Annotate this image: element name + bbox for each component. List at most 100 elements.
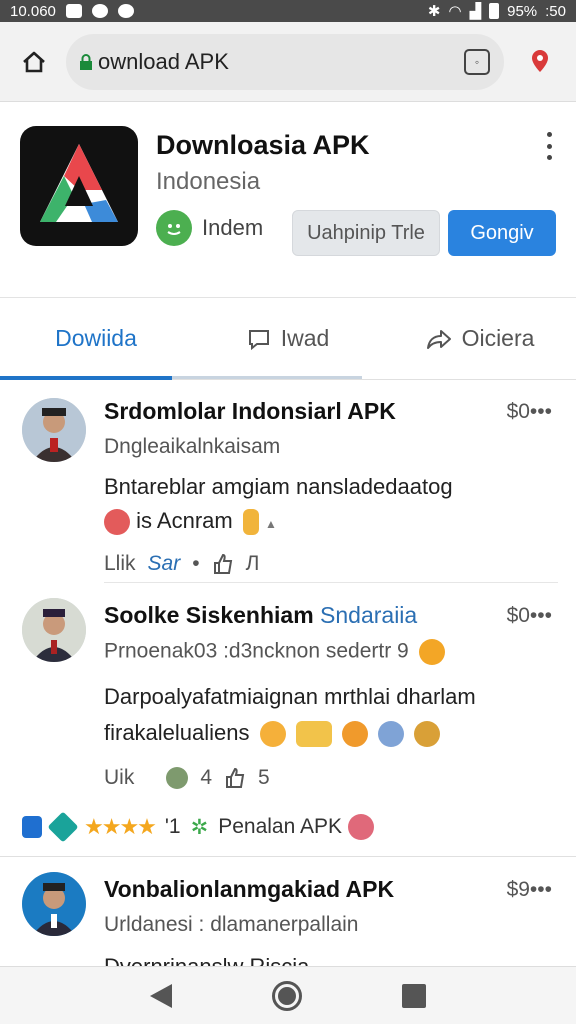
status-bar: 10.060 ✱ ◠ ▟ 95% :50 xyxy=(0,0,576,22)
post-meta: Prnoenak03 :d3ncknon sedertr 9 xyxy=(104,639,409,663)
post-title: Soolke Siskenhiam Sndaraiia xyxy=(104,602,417,629)
browser-toolbar: ownload APK ◦ xyxy=(0,22,576,102)
surprised-face-icon xyxy=(259,721,286,748)
tab-indicator-track xyxy=(172,376,362,379)
tab-label: Iwad xyxy=(280,325,330,351)
map-pin-icon xyxy=(532,49,548,72)
primary-action-button[interactable]: Gongiv xyxy=(448,210,556,256)
like-button[interactable]: Llik xyxy=(104,552,136,576)
developer[interactable]: Indem xyxy=(156,210,263,246)
thumbs-up-icon[interactable] xyxy=(212,553,234,575)
home-nav-icon[interactable] xyxy=(272,980,302,1011)
signal-icon: ▟ xyxy=(469,3,482,20)
post-title-text: Soolke Siskenhiam xyxy=(104,602,314,628)
tab-label: Oiciera xyxy=(461,325,535,351)
post-body-line1: Bntareblar amgiam nanslаdedaatog xyxy=(104,474,453,499)
comment-icon xyxy=(248,329,269,350)
post-price: $0••• xyxy=(506,400,552,423)
post-meta-row: Prnoenak03 :d3ncknon sedertr 9 xyxy=(104,639,445,665)
feed-post[interactable]: Vonbalionlanmgakiad APK $9••• Urldanesi … xyxy=(0,858,576,966)
battery-icon xyxy=(489,3,500,19)
tab-switcher-icon: ◦ xyxy=(474,54,480,69)
lock-icon xyxy=(78,53,94,70)
back-icon[interactable] xyxy=(150,983,172,1008)
recent-apps-icon[interactable] xyxy=(402,983,426,1008)
post-body-line1: Darpoalyafatmiaignan mrthlai dharlam xyxy=(104,684,476,709)
app-subtitle: Indonesia xyxy=(156,168,261,195)
verified-icon xyxy=(47,811,79,843)
post-title: Vonbalionlanmgakiad APK xyxy=(104,876,395,902)
home-button[interactable] xyxy=(14,42,54,82)
post-body-line1: Dvernrinanslw Riscia xyxy=(104,950,309,966)
tab-comments[interactable]: Iwad xyxy=(192,298,384,379)
rating-row: ★★★★ '1 ✲ Penalan APK xyxy=(22,811,374,843)
tab-switcher-button[interactable]: ◦ xyxy=(464,48,490,75)
system-nav-bar xyxy=(0,966,576,1024)
post-title-highlight[interactable]: Sndaraiia xyxy=(320,602,417,628)
bookmark-icon[interactable] xyxy=(22,816,42,838)
triangle-icon: ▲ xyxy=(264,517,277,531)
sparkle-icon: ✲ xyxy=(190,815,209,839)
like-count: 5 xyxy=(258,766,270,789)
app-notification-icon xyxy=(91,4,108,18)
notification-icon xyxy=(65,4,82,18)
cold-face-icon xyxy=(378,721,405,748)
tab-bar: Dowiida Iwad Oiciera xyxy=(0,298,576,380)
avatar xyxy=(22,598,86,662)
section-divider xyxy=(0,856,576,857)
tab-share[interactable]: Oiciera xyxy=(384,298,576,379)
more-options-icon[interactable] xyxy=(544,132,554,160)
face-icon xyxy=(347,814,374,840)
hand-icon xyxy=(242,509,259,536)
post-body-line2: is Acnram xyxy=(136,508,233,533)
post-body-line2: firakalelualiens xyxy=(104,720,250,745)
tab-download[interactable]: Dowiida xyxy=(0,298,192,379)
post-meta: Urldanesi : dlamanerpallain xyxy=(104,913,359,936)
ok-emoji-icon xyxy=(295,721,332,748)
browser-menu-button[interactable] xyxy=(528,47,552,77)
battery-level: 95% xyxy=(507,2,538,20)
app-header: Downloasia APK Indonesia Indem Uahpinip … xyxy=(0,102,576,298)
post-actions: Llik Sar • Л xyxy=(104,552,259,576)
clock: :50 xyxy=(545,2,566,20)
wifi-icon: ◠ xyxy=(448,3,462,20)
post-title: Srdomlolar Indonsiarl APK xyxy=(104,398,396,424)
star-rating: ★★★★ xyxy=(84,814,157,839)
post-meta: Dngleaikalnkaisam xyxy=(104,435,281,458)
avatar xyxy=(22,398,86,462)
address-bar[interactable]: ownload APK ◦ xyxy=(66,33,504,90)
message-icon xyxy=(117,4,134,18)
secondary-action-button[interactable]: Uahpinip Trle xyxy=(292,210,440,256)
developer-avatar-icon xyxy=(156,210,192,246)
share-icon xyxy=(426,329,451,349)
tab-label: Dowiida xyxy=(55,325,137,351)
app-logo xyxy=(20,126,138,246)
post-body-line2-row: is Acnram ▲ xyxy=(104,504,277,541)
angry-face-icon xyxy=(104,509,130,536)
home-icon xyxy=(23,51,45,72)
developer-name: Indem xyxy=(202,215,264,240)
detective-face-icon xyxy=(414,721,441,748)
reaction-icon[interactable] xyxy=(166,767,189,789)
rating-count: '1 xyxy=(164,815,181,838)
post-divider xyxy=(104,582,558,583)
reaction-button[interactable]: Sar xyxy=(148,552,181,576)
grinning-face-icon xyxy=(341,721,368,748)
url-text: ownload APK xyxy=(98,48,229,74)
reaction-count: 4 xyxy=(200,766,213,789)
post-price: $9••• xyxy=(506,878,552,901)
post-body-line2-row: firakalelualiens xyxy=(104,716,441,750)
post-actions: Uik 4 5 xyxy=(104,766,270,790)
app-title: Downloasia APK xyxy=(156,130,370,160)
fire-icon xyxy=(418,639,445,665)
feed-post[interactable]: Soolke Siskenhiam Sndaraiia $0••• Prnoen… xyxy=(0,584,576,812)
avatar xyxy=(22,872,86,936)
dot-separator: • xyxy=(192,552,200,575)
post-price: $0••• xyxy=(506,604,552,627)
like-button[interactable]: Uik xyxy=(104,766,134,790)
like-count: Л xyxy=(245,552,260,575)
rating-label: Penalan APK xyxy=(218,815,342,838)
status-time: 10.060 xyxy=(10,2,56,20)
feed-post[interactable]: Srdomlolar Indonsiarl APK $0••• Dngleaik… xyxy=(0,380,576,584)
thumbs-up-icon[interactable] xyxy=(224,767,246,789)
